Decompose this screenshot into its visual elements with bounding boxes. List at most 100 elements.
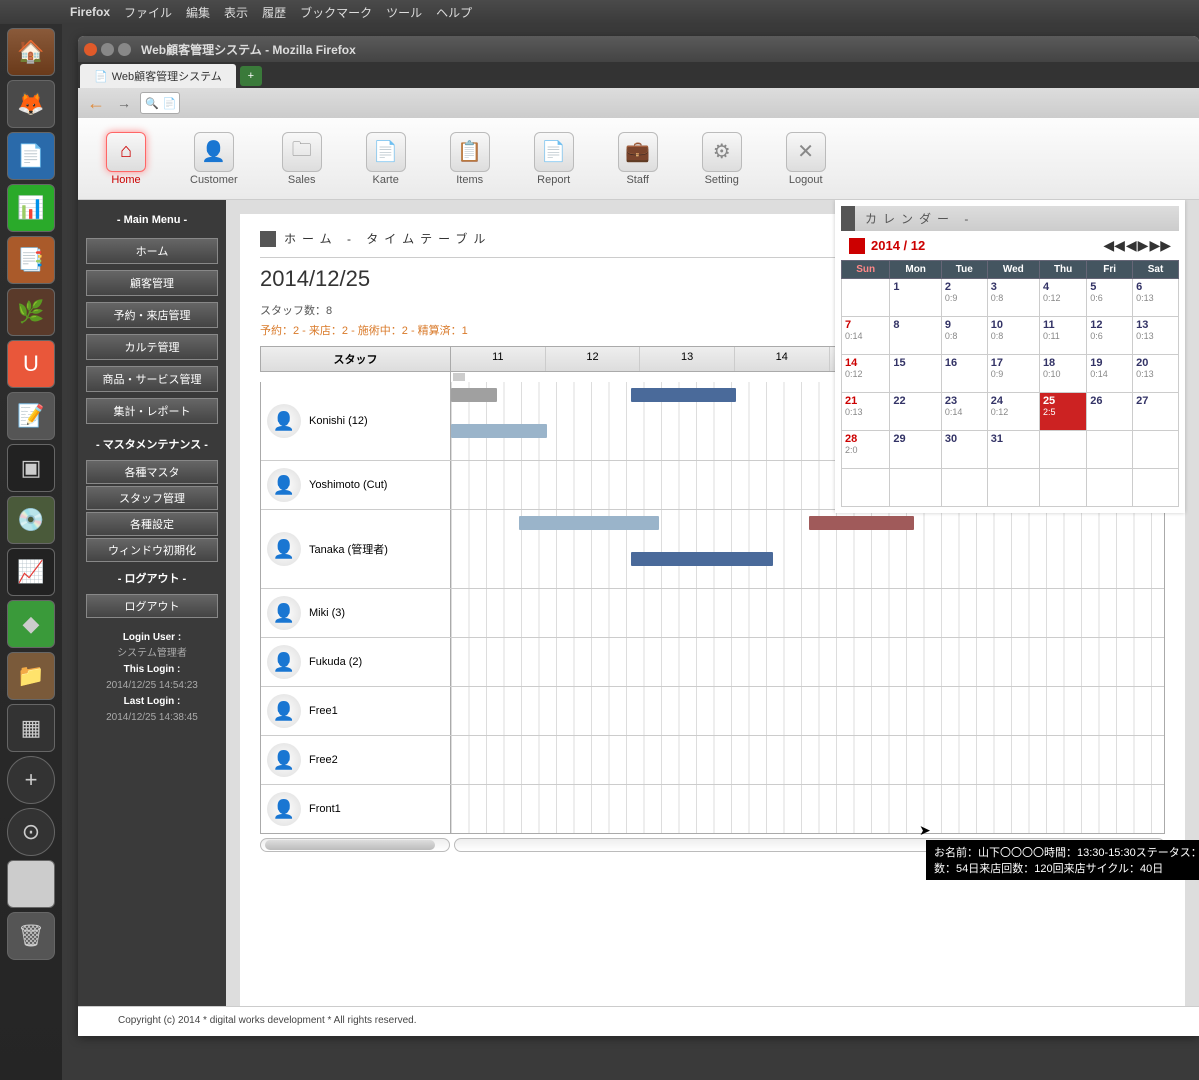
sidebar-reservation[interactable]: 予約・来店管理 bbox=[86, 302, 218, 328]
schedule-cell[interactable] bbox=[451, 589, 1164, 637]
appointment-bar[interactable] bbox=[451, 424, 547, 438]
calendar-day[interactable] bbox=[1087, 469, 1133, 507]
forward-button[interactable]: → bbox=[112, 92, 136, 114]
calendar-day[interactable]: 140:12 bbox=[842, 355, 890, 393]
menu-bookmark[interactable]: ブックマーク bbox=[300, 4, 372, 21]
sidebar-staff[interactable]: スタッフ管理 bbox=[86, 486, 218, 510]
calendar-day[interactable]: 20:9 bbox=[941, 279, 987, 317]
menu-help[interactable]: ヘルプ bbox=[436, 4, 472, 21]
calendar-day[interactable]: 30:8 bbox=[987, 279, 1039, 317]
sidebar-report[interactable]: 集計・レポート bbox=[86, 398, 218, 424]
launcher-app-icon[interactable]: 🌿 bbox=[7, 288, 55, 336]
calendar-day[interactable]: 30 bbox=[941, 431, 987, 469]
calendar-first[interactable]: ◀◀ bbox=[1103, 237, 1125, 254]
calendar-day[interactable] bbox=[842, 469, 890, 507]
menu-history[interactable]: 履歴 bbox=[262, 4, 286, 21]
calendar-day[interactable]: 29 bbox=[890, 431, 941, 469]
calendar-day[interactable]: 60:13 bbox=[1133, 279, 1179, 317]
calendar-day[interactable]: 50:6 bbox=[1087, 279, 1133, 317]
calendar-day[interactable] bbox=[890, 469, 941, 507]
calendar-day[interactable]: 1 bbox=[890, 279, 941, 317]
calendar-day[interactable]: 110:11 bbox=[1039, 317, 1086, 355]
appointment-bar[interactable] bbox=[631, 388, 736, 402]
launcher-workspace-icon[interactable]: ▦ bbox=[7, 704, 55, 752]
nav-customer[interactable]: 👤Customer bbox=[190, 132, 238, 186]
calendar-day[interactable] bbox=[842, 279, 890, 317]
sidebar-windowinit[interactable]: ウィンドウ初期化 bbox=[86, 538, 218, 562]
appointment-bar[interactable] bbox=[631, 552, 773, 566]
back-button[interactable]: ← bbox=[84, 92, 108, 114]
calendar-day[interactable]: 90:8 bbox=[941, 317, 987, 355]
calendar-day[interactable]: 26 bbox=[1087, 393, 1133, 431]
url-bar[interactable]: 🔍 📄 bbox=[140, 92, 180, 114]
calendar-day[interactable]: 230:14 bbox=[941, 393, 987, 431]
nav-report[interactable]: 📄Report bbox=[534, 132, 574, 186]
appointment-bar[interactable] bbox=[519, 516, 659, 530]
calendar-day[interactable]: 70:14 bbox=[842, 317, 890, 355]
launcher-calc-icon[interactable]: 📊 bbox=[7, 184, 55, 232]
launcher-writer-icon[interactable]: 📄 bbox=[7, 132, 55, 180]
launcher-add-icon[interactable]: + bbox=[7, 756, 55, 804]
calendar-day[interactable]: 100:8 bbox=[987, 317, 1039, 355]
calendar-day[interactable]: 130:13 bbox=[1133, 317, 1179, 355]
menu-view[interactable]: 表示 bbox=[224, 4, 248, 21]
calendar-day[interactable]: 252:5 bbox=[1039, 393, 1086, 431]
schedule-cell[interactable] bbox=[451, 510, 1164, 588]
nav-items[interactable]: 📋Items bbox=[450, 132, 490, 186]
calendar-day[interactable] bbox=[941, 469, 987, 507]
sidebar-customer[interactable]: 顧客管理 bbox=[86, 270, 218, 296]
launcher-dash-icon[interactable]: ⊙ bbox=[7, 808, 55, 856]
nav-staff[interactable]: 💼Staff bbox=[618, 132, 658, 186]
menu-edit[interactable]: 編集 bbox=[186, 4, 210, 21]
schedule-cell[interactable] bbox=[451, 687, 1164, 735]
window-maximize-icon[interactable] bbox=[118, 43, 131, 56]
launcher-trash-icon[interactable]: 🗑 bbox=[7, 912, 55, 960]
calendar-last[interactable]: ▶▶ bbox=[1149, 237, 1171, 254]
new-tab-button[interactable]: + bbox=[240, 66, 262, 86]
calendar-day[interactable]: 210:13 bbox=[842, 393, 890, 431]
menu-tool[interactable]: ツール bbox=[386, 4, 422, 21]
sidebar-logout[interactable]: ログアウト bbox=[86, 594, 218, 618]
appointment-bar[interactable] bbox=[809, 516, 914, 530]
window-minimize-icon[interactable] bbox=[101, 43, 114, 56]
sidebar-product[interactable]: 商品・サービス管理 bbox=[86, 366, 218, 392]
schedule-cell[interactable] bbox=[451, 736, 1164, 784]
sidebar-master[interactable]: 各種マスタ bbox=[86, 460, 218, 484]
calendar-day[interactable]: 120:6 bbox=[1087, 317, 1133, 355]
sidebar-home[interactable]: ホーム bbox=[86, 238, 218, 264]
launcher-monitor-icon[interactable]: 📈 bbox=[7, 548, 55, 596]
launcher-impress-icon[interactable]: 📑 bbox=[7, 236, 55, 284]
calendar-day[interactable]: 31 bbox=[987, 431, 1039, 469]
sidebar-karte[interactable]: カルテ管理 bbox=[86, 334, 218, 360]
launcher-disk-icon[interactable]: 💿 bbox=[7, 496, 55, 544]
calendar-day[interactable]: 8 bbox=[890, 317, 941, 355]
menu-file[interactable]: ファイル bbox=[124, 4, 172, 21]
launcher-text-icon[interactable]: 📝 bbox=[7, 392, 55, 440]
calendar-day[interactable]: 282:0 bbox=[842, 431, 890, 469]
calendar-day[interactable] bbox=[987, 469, 1039, 507]
appointment-bar[interactable] bbox=[451, 388, 497, 402]
calendar-next[interactable]: ▶ bbox=[1138, 237, 1149, 254]
schedule-cell[interactable] bbox=[451, 785, 1164, 833]
sidebar-settings[interactable]: 各種設定 bbox=[86, 512, 218, 536]
calendar-day[interactable] bbox=[1039, 431, 1086, 469]
calendar-day[interactable] bbox=[1133, 431, 1179, 469]
launcher-terminal-icon[interactable]: ▣ bbox=[7, 444, 55, 492]
schedule-cell[interactable] bbox=[451, 638, 1164, 686]
nav-karte[interactable]: 📄Karte bbox=[366, 132, 406, 186]
calendar-day[interactable] bbox=[1133, 469, 1179, 507]
launcher-app2-icon[interactable]: ◆ bbox=[7, 600, 55, 648]
menu-firefox[interactable]: Firefox bbox=[70, 5, 110, 19]
nav-logout[interactable]: ✕Logout bbox=[786, 132, 826, 186]
calendar-day[interactable]: 16 bbox=[941, 355, 987, 393]
calendar-day[interactable]: 40:12 bbox=[1039, 279, 1086, 317]
calendar-day[interactable]: 170:9 bbox=[987, 355, 1039, 393]
launcher-folder-icon[interactable]: 📁 bbox=[7, 652, 55, 700]
calendar-day[interactable]: 27 bbox=[1133, 393, 1179, 431]
launcher-firefox-icon[interactable]: 🦊 bbox=[7, 80, 55, 128]
window-close-icon[interactable] bbox=[84, 43, 97, 56]
calendar-day[interactable]: 22 bbox=[890, 393, 941, 431]
nav-home[interactable]: ⌂Home bbox=[106, 132, 146, 186]
nav-sales[interactable]: 🗀Sales bbox=[282, 132, 322, 186]
calendar-day[interactable]: 200:13 bbox=[1133, 355, 1179, 393]
